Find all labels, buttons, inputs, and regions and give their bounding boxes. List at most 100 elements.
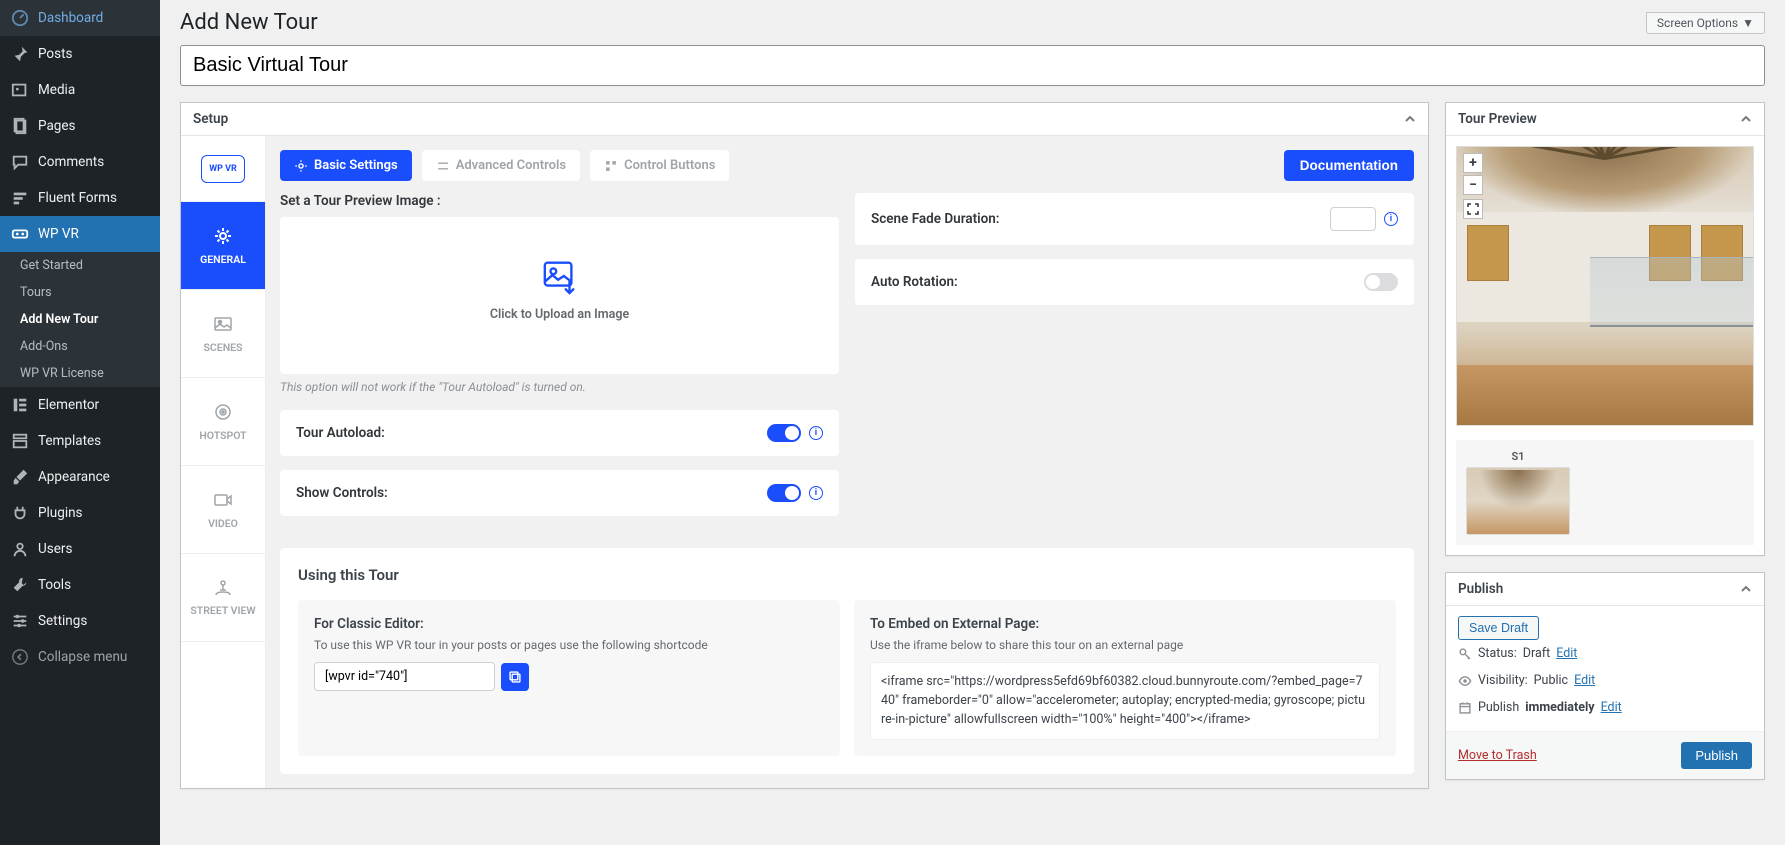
sidebar-item-tools[interactable]: Tools: [0, 567, 160, 603]
tab-street-view[interactable]: STREET VIEW: [181, 554, 265, 642]
documentation-button[interactable]: Documentation: [1284, 150, 1414, 181]
sidebar-item-plugins[interactable]: Plugins: [0, 495, 160, 531]
publish-button[interactable]: Publish: [1681, 742, 1752, 769]
sidebar-item-users[interactable]: Users: [0, 531, 160, 567]
sub-get-started[interactable]: Get Started: [0, 252, 160, 279]
show-controls-toggle[interactable]: [767, 484, 801, 502]
label: Posts: [38, 46, 72, 62]
shortcode-input[interactable]: [314, 662, 495, 691]
preview-title: Tour Preview: [1458, 111, 1537, 127]
label: Auto Rotation:: [871, 274, 958, 290]
zoom-out-button[interactable]: −: [1463, 175, 1483, 195]
screen-options-button[interactable]: Screen Options ▼: [1646, 12, 1765, 34]
sidebar-item-dashboard[interactable]: Dashboard: [0, 0, 160, 36]
sidebar-item-elementor[interactable]: Elementor: [0, 387, 160, 423]
label: SCENES: [204, 341, 243, 354]
dashboard-icon: [10, 8, 30, 28]
sidebar-item-wpvr[interactable]: WP VR: [0, 216, 160, 252]
gear-icon: [294, 159, 308, 173]
wpvr-logo: WP VR: [181, 136, 265, 202]
zoom-in-button[interactable]: +: [1463, 153, 1483, 173]
sub-tours[interactable]: Tours: [0, 279, 160, 306]
pill-control-buttons: Control Buttons: [590, 150, 729, 181]
label: Tools: [38, 577, 71, 593]
setup-title: Setup: [193, 111, 228, 127]
label: Show Controls:: [296, 485, 388, 501]
publish-collapse-toggle[interactable]: [1740, 583, 1752, 595]
label: Pages: [38, 118, 76, 134]
label: Control Buttons: [624, 158, 715, 173]
sidebar-item-comments[interactable]: Comments: [0, 144, 160, 180]
edit-visibility-link[interactable]: Edit: [1574, 673, 1595, 688]
auto-rotation-toggle[interactable]: [1364, 273, 1398, 291]
comment-icon: [10, 152, 30, 172]
image-icon: [212, 313, 234, 335]
preview-hint: This option will not work if the "Tour A…: [280, 380, 839, 394]
key-icon: [1458, 647, 1472, 661]
tab-general[interactable]: GENERAL: [181, 202, 265, 290]
scene-fade-row: Scene Fade Duration: i: [855, 193, 1414, 245]
iframe-code[interactable]: <iframe src="https://wordpress5efd69bf60…: [870, 662, 1380, 740]
page-title: Add New Tour: [180, 10, 318, 35]
sidebar-item-templates[interactable]: Templates: [0, 423, 160, 459]
sidebar-item-media[interactable]: Media: [0, 72, 160, 108]
panorama-preview[interactable]: + −: [1456, 146, 1754, 426]
upload-preview-image[interactable]: Click to Upload an Image: [280, 217, 839, 374]
sidebar-item-settings[interactable]: Settings: [0, 603, 160, 639]
sub-license[interactable]: WP VR License: [0, 360, 160, 387]
eye-icon: [1458, 674, 1472, 688]
page-icon: [10, 116, 30, 136]
user-icon: [10, 539, 30, 559]
setup-collapse-toggle[interactable]: [1404, 113, 1416, 125]
media-icon: [10, 80, 30, 100]
label: S1: [1466, 450, 1570, 463]
tab-scenes[interactable]: SCENES: [181, 290, 265, 378]
sidebar-item-appearance[interactable]: Appearance: [0, 459, 160, 495]
sub-addons[interactable]: Add-Ons: [0, 333, 160, 360]
elementor-icon: [10, 395, 30, 415]
label: Advanced Controls: [456, 158, 566, 173]
sub-add-new-tour[interactable]: Add New Tour: [0, 306, 160, 333]
move-to-trash-link[interactable]: Move to Trash: [1458, 748, 1537, 763]
heading: To Embed on External Page:: [870, 616, 1380, 632]
sliders-icon: [10, 611, 30, 631]
status-label: Status:: [1478, 646, 1517, 661]
sidebar-item-pages[interactable]: Pages: [0, 108, 160, 144]
brush-icon: [10, 467, 30, 487]
scene-thumb-s1[interactable]: S1: [1466, 450, 1570, 535]
sliders-icon: [436, 159, 450, 173]
preview-collapse-toggle[interactable]: [1740, 113, 1752, 125]
pill-basic-settings[interactable]: Basic Settings: [280, 150, 412, 181]
using-title: Using this Tour: [298, 566, 1396, 584]
fullscreen-button[interactable]: [1463, 199, 1483, 219]
sidebar-collapse[interactable]: Collapse menu: [0, 639, 160, 675]
collapse-icon: [10, 647, 30, 667]
label: WP VR: [38, 226, 79, 242]
tour-title-input[interactable]: [180, 45, 1765, 86]
save-draft-button[interactable]: Save Draft: [1458, 616, 1539, 640]
show-controls-row: Show Controls: i: [280, 470, 839, 516]
info-icon[interactable]: i: [1384, 212, 1398, 226]
schedule-label: Publish: [1478, 700, 1519, 715]
status-value: Draft: [1523, 646, 1550, 661]
tab-hotspot[interactable]: HOTSPOT: [181, 378, 265, 466]
heading: For Classic Editor:: [314, 616, 824, 632]
schedule-value: immediately: [1525, 700, 1594, 715]
copy-shortcode-button[interactable]: [501, 663, 529, 691]
admin-sidebar: Dashboard Posts Media Pages Comments Flu…: [0, 0, 160, 845]
pill-advanced-controls: Advanced Controls: [422, 150, 580, 181]
sidebar-item-posts[interactable]: Posts: [0, 36, 160, 72]
info-icon[interactable]: i: [809, 486, 823, 500]
tour-autoload-toggle[interactable]: [767, 424, 801, 442]
setup-metabox: Setup WP VR GENER: [180, 102, 1429, 789]
sidebar-item-fluent-forms[interactable]: Fluent Forms: [0, 180, 160, 216]
edit-schedule-link[interactable]: Edit: [1601, 700, 1622, 715]
label: Settings: [38, 613, 87, 629]
scene-fade-input[interactable]: [1330, 207, 1376, 231]
label: Fluent Forms: [38, 190, 117, 206]
edit-status-link[interactable]: Edit: [1556, 646, 1577, 661]
setup-vertical-tabs: WP VR GENERAL SCENES: [181, 136, 266, 788]
info-icon[interactable]: i: [809, 426, 823, 440]
scene-thumbnails: S1: [1456, 440, 1754, 545]
tab-video[interactable]: VIDEO: [181, 466, 265, 554]
